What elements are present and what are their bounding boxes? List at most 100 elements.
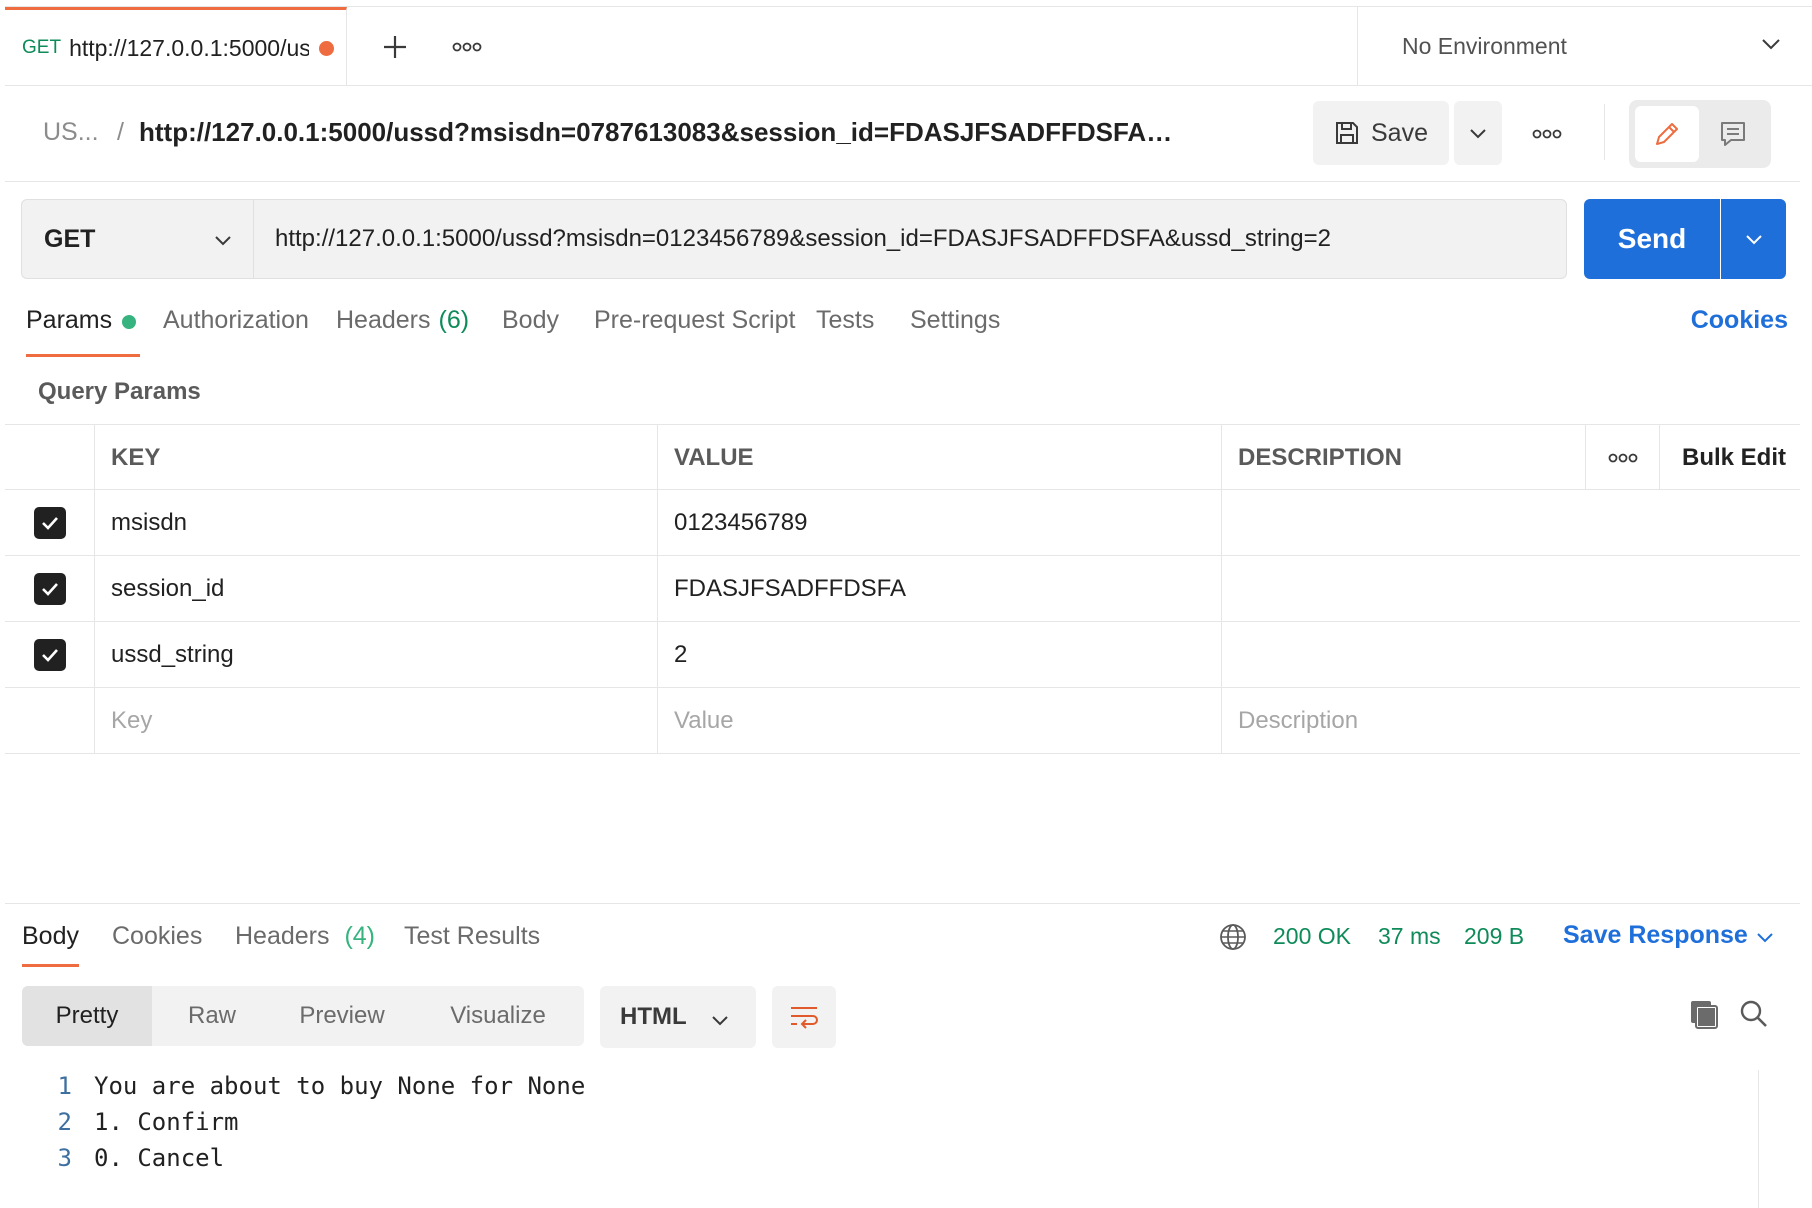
tab-pre-request-script[interactable]: Pre-request Script <box>594 306 795 358</box>
columns-more-button[interactable] <box>1586 425 1660 490</box>
chevron-down-icon <box>1745 235 1762 245</box>
new-description-input[interactable]: Description <box>1222 688 1800 753</box>
tab-method: GET <box>22 37 62 58</box>
comment-mode-button[interactable] <box>1701 106 1765 162</box>
globe-icon[interactable] <box>1218 922 1248 952</box>
line-number: 2 <box>57 1108 72 1136</box>
send-dropdown-button[interactable] <box>1721 199 1786 279</box>
param-key[interactable]: session_id <box>95 556 658 621</box>
response-tab-test-results[interactable]: Test Results <box>404 922 540 951</box>
save-icon <box>1336 122 1358 144</box>
format-label: HTML <box>620 1003 687 1030</box>
header-check-col <box>5 425 95 490</box>
header-key: KEY <box>95 425 658 490</box>
tab-label: Authorization <box>163 306 309 334</box>
params-table: KEY VALUE DESCRIPTION Bulk Edit msisdn 0… <box>5 424 1800 754</box>
more-icon <box>452 42 482 52</box>
view-preview[interactable]: Preview <box>272 986 412 1046</box>
response-tab-cookies[interactable]: Cookies <box>112 922 202 951</box>
param-key[interactable]: msisdn <box>95 490 658 555</box>
chevron-down-icon[interactable] <box>1755 927 1775 947</box>
request-tab[interactable]: GET http://127.0.0.1:5000/ussd?msisdn=07… <box>5 7 347 86</box>
response-tab-body[interactable]: Body <box>22 922 79 967</box>
breadcrumb-collection[interactable]: US... <box>43 118 99 147</box>
response-size[interactable]: 209 B <box>1464 923 1524 950</box>
view-pretty[interactable]: Pretty <box>22 986 152 1046</box>
request-bar: GET <box>21 199 1567 279</box>
param-checkbox[interactable] <box>5 622 95 687</box>
send-button[interactable]: Send <box>1584 199 1720 279</box>
tab-authorization[interactable]: Authorization <box>163 306 309 358</box>
tab-tests[interactable]: Tests <box>816 306 874 358</box>
request-more-button[interactable] <box>1525 114 1569 154</box>
param-value[interactable]: FDASJFSADFFDSFA <box>658 556 1222 621</box>
new-tab-button[interactable] <box>373 25 417 69</box>
response-tab-headers[interactable]: Headers (4) <box>235 922 375 951</box>
new-key-input[interactable]: Key <box>95 688 658 753</box>
tab-settings[interactable]: Settings <box>910 306 1000 358</box>
tab-body[interactable]: Body <box>502 306 559 358</box>
plus-icon <box>384 36 406 58</box>
cookies-link[interactable]: Cookies <box>1691 306 1788 335</box>
line-text: You are about to buy None for None <box>94 1072 586 1100</box>
query-params-title: Query Params <box>38 378 201 405</box>
param-description[interactable] <box>1222 556 1800 621</box>
tab-label: Tests <box>816 306 875 334</box>
format-select[interactable]: HTML <box>600 986 756 1048</box>
save-response-button[interactable]: Save Response <box>1563 921 1748 950</box>
unsaved-dot-icon <box>319 40 335 56</box>
response-time[interactable]: 37 ms <box>1378 923 1441 950</box>
method-select[interactable]: GET <box>22 200 254 278</box>
scrollbar-track[interactable] <box>1758 1070 1759 1208</box>
active-dot-icon <box>122 315 137 329</box>
wrap-lines-button[interactable] <box>772 986 836 1048</box>
tab-more-button[interactable] <box>445 25 489 69</box>
tab-label: Body <box>502 306 559 334</box>
response-divider[interactable] <box>5 903 1800 904</box>
environment-selector[interactable]: No Environment <box>1357 7 1812 86</box>
save-dropdown-button[interactable] <box>1454 101 1502 165</box>
response-body[interactable]: 1 You are about to buy None for None 2 1… <box>22 1068 1762 1176</box>
param-key[interactable]: ussd_string <box>95 622 658 687</box>
more-icon <box>1532 129 1562 139</box>
tab-headers[interactable]: Headers (6) <box>336 306 469 358</box>
header-value: VALUE <box>658 425 1222 490</box>
request-tabs: Params Authorization Headers (6) Body Pr… <box>5 306 1800 362</box>
request-name[interactable]: http://127.0.0.1:5000/ussd?msisdn=078761… <box>139 117 1189 148</box>
status-badge[interactable]: 200 OK <box>1273 923 1351 950</box>
tab-count: (4) <box>344 922 376 950</box>
view-raw[interactable]: Raw <box>152 986 272 1046</box>
param-description[interactable] <box>1222 622 1800 687</box>
tab-label: Pre-request Script <box>594 306 796 334</box>
param-description[interactable] <box>1222 490 1800 555</box>
edit-mode-button[interactable] <box>1635 106 1699 162</box>
header-description: DESCRIPTION <box>1222 425 1586 490</box>
line-text: 0. Cancel <box>94 1144 225 1172</box>
table-row: msisdn 0123456789 <box>5 490 1800 556</box>
new-value-input[interactable]: Value <box>658 688 1222 753</box>
line-number: 1 <box>57 1072 72 1100</box>
line-number: 3 <box>57 1144 72 1172</box>
tab-count: (6) <box>438 306 470 334</box>
method-label: GET <box>44 224 96 253</box>
param-checkbox[interactable] <box>5 490 95 555</box>
tab-params[interactable]: Params <box>26 306 141 358</box>
param-value[interactable]: 2 <box>658 622 1222 687</box>
view-visualize[interactable]: Visualize <box>412 986 584 1046</box>
view-mode-tabs: Pretty Raw Preview Visualize <box>22 986 584 1046</box>
more-icon <box>1608 453 1637 462</box>
empty-check-col <box>5 688 95 753</box>
url-input[interactable] <box>255 200 1555 278</box>
bulk-edit-button[interactable]: Bulk Edit <box>1660 425 1800 490</box>
copy-icon[interactable] <box>1688 998 1720 1030</box>
param-checkbox[interactable] <box>5 556 95 621</box>
search-icon[interactable] <box>1738 998 1770 1030</box>
comment-icon <box>1721 122 1745 146</box>
chevron-down-icon <box>1470 129 1486 139</box>
save-button[interactable]: Save <box>1313 101 1449 165</box>
table-row: session_id FDASJFSADFFDSFA <box>5 556 1800 622</box>
tab-label: Headers <box>336 306 431 334</box>
request-header: US... / http://127.0.0.1:5000/ussd?msisd… <box>5 86 1800 182</box>
chevron-down-icon <box>215 236 231 246</box>
param-value[interactable]: 0123456789 <box>658 490 1222 555</box>
